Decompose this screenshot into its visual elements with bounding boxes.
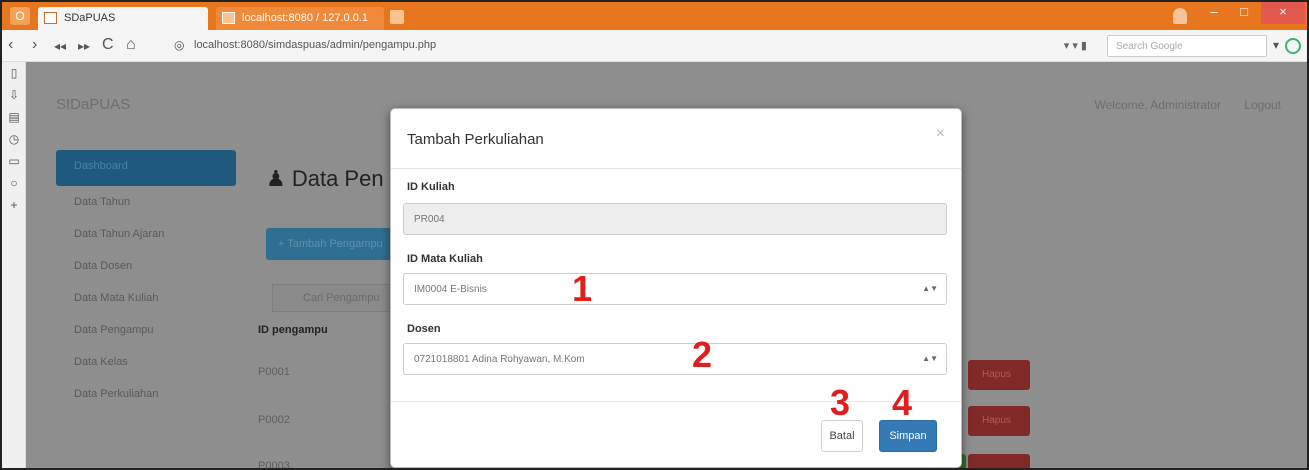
tab-label: SDaPUAS xyxy=(64,12,116,24)
navigation-bar: ‹ › ◂◂ ▸▸ C ⌂ ◎ localhost:8080/simdaspua… xyxy=(2,30,1307,62)
dosen-label: Dosen xyxy=(407,323,441,335)
modal-header: Tambah Perkuliahan × xyxy=(391,109,961,169)
notes-icon[interactable]: ▤ xyxy=(2,106,26,128)
page-title: ♟ Data Pen xyxy=(266,166,384,192)
window-icon[interactable]: ▭ xyxy=(2,150,26,172)
sidebar-item-dosen[interactable]: Data Dosen xyxy=(56,250,236,282)
save-button[interactable]: Simpan xyxy=(879,420,937,452)
dosen-select[interactable]: 0721018801 Adina Rohyawan, M.Kom ▲▼ xyxy=(403,343,947,375)
minimize-icon[interactable]: – xyxy=(1199,2,1229,24)
forward-icon[interactable]: › xyxy=(32,36,37,54)
fast-forward-icon[interactable]: ▸▸ xyxy=(78,39,90,53)
close-window-icon[interactable]: × xyxy=(1261,2,1305,24)
bookmark-icon[interactable]: ▾ ▾ ▮ xyxy=(1064,39,1087,52)
table-row: P0002 xyxy=(258,414,290,426)
sidebar-item-tahun-ajaran[interactable]: Data Tahun Ajaran xyxy=(56,218,236,250)
page-icon xyxy=(44,12,57,24)
add-pengampu-button[interactable]: + Tambah Pengampu xyxy=(266,228,396,260)
sidebar-item-dashboard[interactable]: Dashboard xyxy=(56,150,236,186)
tab-inactive[interactable]: localhost:8080 / 127.0.0.1 xyxy=(216,7,384,30)
browser-menu-icon[interactable]: O xyxy=(10,7,30,25)
cancel-button[interactable]: Batal xyxy=(821,420,863,452)
user-icon: ♟ xyxy=(266,166,292,191)
home-icon[interactable]: ⌂ xyxy=(126,36,136,54)
table-row: P0001 xyxy=(258,366,290,378)
back-icon[interactable]: ‹ xyxy=(8,36,13,54)
title-bar: O SDaPUAS localhost:8080 / 127.0.0.1 – □… xyxy=(2,2,1307,30)
modal-footer: Batal Simpan xyxy=(391,401,961,468)
annotation-1: 1 xyxy=(572,268,593,309)
sidebar-item-pengampu[interactable]: Data Pengampu xyxy=(56,314,236,346)
browser-side-rail: ▯ ⇩ ▤ ◷ ▭ ○ + xyxy=(2,62,26,468)
browser-window: O SDaPUAS localhost:8080 / 127.0.0.1 – □… xyxy=(0,0,1309,470)
annotation-3: 3 xyxy=(830,382,851,423)
id-matkul-select[interactable]: IM0004 E-Bisnis ▲▼ xyxy=(403,273,947,305)
browser-search-input[interactable]: Search Google xyxy=(1107,35,1267,57)
history-icon[interactable]: ◷ xyxy=(2,128,26,150)
page-title-text: Data Pen xyxy=(291,166,384,191)
id-kuliah-label: ID Kuliah xyxy=(407,181,455,193)
add-perkuliahan-modal: Tambah Perkuliahan × ID Kuliah PR004 ID … xyxy=(390,108,962,468)
modal-title: Tambah Perkuliahan xyxy=(407,131,544,148)
site-info-icon[interactable]: ◎ xyxy=(174,38,184,52)
tab-active[interactable]: SDaPUAS xyxy=(38,7,208,30)
welcome-user[interactable]: Welcome, Administrator xyxy=(1095,98,1222,112)
dosen-value: 0721018801 Adina Rohyawan, M.Kom xyxy=(414,354,585,365)
delete-button[interactable]: Hapus xyxy=(968,360,1030,390)
rewind-icon[interactable]: ◂◂ xyxy=(54,39,66,53)
page-icon xyxy=(222,12,235,24)
sidebar: Dashboard Data Tahun Data Tahun Ajaran D… xyxy=(56,150,236,410)
chevron-down-icon: ▲▼ xyxy=(922,354,938,363)
panel-icon[interactable]: ○ xyxy=(2,172,26,194)
reload-icon[interactable]: C xyxy=(102,36,114,54)
profile-icon[interactable] xyxy=(1173,8,1187,24)
url-field[interactable]: localhost:8080/simdaspuas/admin/pengampu… xyxy=(194,39,436,51)
add-panel-icon[interactable]: + xyxy=(2,194,26,216)
extension-icon[interactable] xyxy=(1285,38,1301,54)
maximize-icon[interactable]: □ xyxy=(1229,2,1259,24)
menu-icon[interactable]: ▾ xyxy=(1273,38,1279,52)
table-header: ID pengampu xyxy=(258,324,328,336)
sidebar-item-mata-kuliah[interactable]: Data Mata Kuliah xyxy=(56,282,236,314)
sidebar-item-tahun[interactable]: Data Tahun xyxy=(56,186,236,218)
chevron-down-icon: ▲▼ xyxy=(922,284,938,293)
delete-button[interactable]: Hapus xyxy=(968,406,1030,436)
table-row: P0003 xyxy=(258,460,290,470)
downloads-icon[interactable]: ⇩ xyxy=(2,84,26,106)
id-matkul-label: ID Mata Kuliah xyxy=(407,253,483,265)
brand-name[interactable]: SIDaPUAS xyxy=(56,96,130,113)
new-tab-icon[interactable] xyxy=(390,10,404,24)
sidebar-item-perkuliahan[interactable]: Data Perkuliahan xyxy=(56,378,236,410)
delete-button[interactable] xyxy=(968,454,1030,468)
annotation-4: 4 xyxy=(892,382,913,423)
close-icon[interactable]: × xyxy=(936,125,945,143)
tab-label: localhost:8080 / 127.0.0.1 xyxy=(242,12,368,24)
sidebar-item-kelas[interactable]: Data Kelas xyxy=(56,346,236,378)
annotation-2: 2 xyxy=(692,334,713,375)
logout-link[interactable]: Logout xyxy=(1244,98,1281,112)
bookmarks-icon[interactable]: ▯ xyxy=(2,62,26,84)
id-matkul-value: IM0004 E-Bisnis xyxy=(414,284,487,295)
id-kuliah-field[interactable]: PR004 xyxy=(403,203,947,235)
